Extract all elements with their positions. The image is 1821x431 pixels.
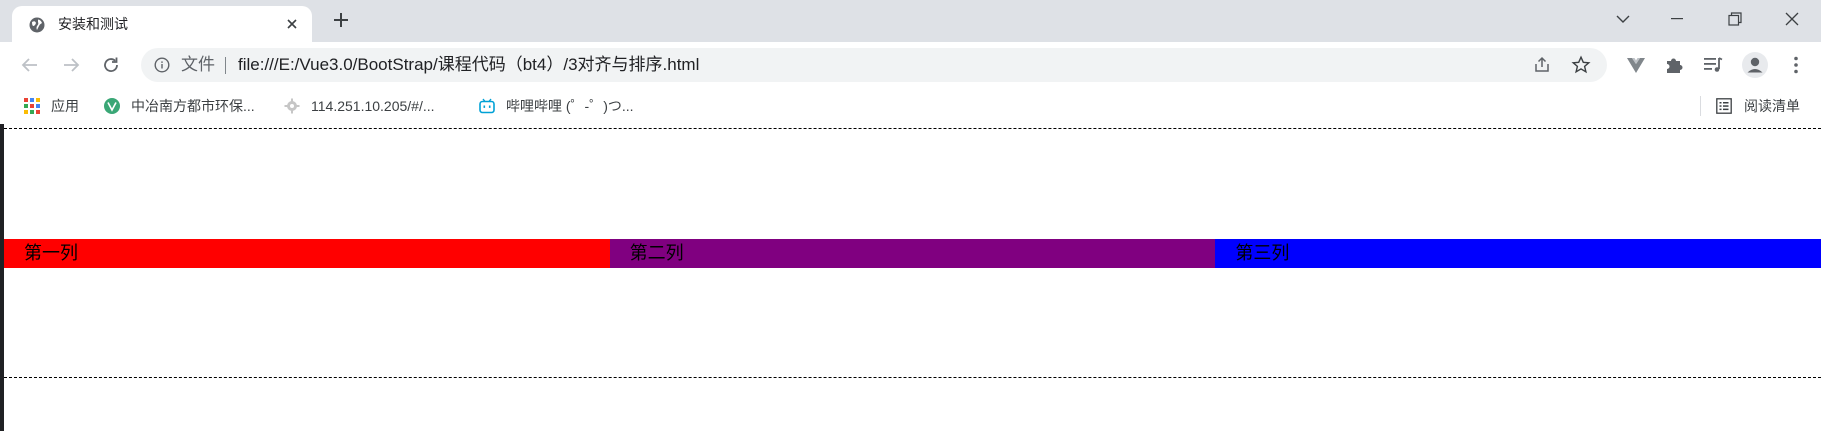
reload-icon bbox=[104, 57, 118, 72]
reading-list-label: 阅读清单 bbox=[1744, 98, 1800, 114]
share-icon[interactable] bbox=[1532, 55, 1552, 75]
bookmark-label: 哔哩哔哩 (゜-゜)つ... bbox=[506, 98, 634, 114]
apps-grid-icon bbox=[24, 98, 40, 114]
reload-button[interactable] bbox=[98, 52, 124, 78]
column-3: 第三列 bbox=[1215, 239, 1821, 268]
bookmark-label: 中冶南方都市环保... bbox=[131, 98, 255, 114]
close-icon bbox=[1785, 12, 1799, 26]
page-viewport: 第一列 第二列 第三列 bbox=[0, 124, 1821, 431]
vue-logo-icon bbox=[104, 98, 120, 114]
minimize-button[interactable] bbox=[1648, 0, 1706, 38]
bookmark-bilibili[interactable]: 哔哩哔哩 (゜-゜)つ... bbox=[479, 96, 659, 116]
bookmark-label: 应用 bbox=[51, 98, 79, 114]
site-info-icon[interactable] bbox=[154, 57, 170, 78]
column-2: 第二列 bbox=[609, 239, 1216, 268]
bookmarks-divider bbox=[1700, 96, 1701, 116]
bookmark-ip-address[interactable]: 114.251.10.205/#/... bbox=[284, 96, 460, 116]
globe-icon bbox=[29, 17, 45, 33]
arrow-right-icon bbox=[64, 58, 80, 72]
row: 第一列 第二列 第三列 bbox=[4, 239, 1821, 268]
bookmark-star-icon[interactable] bbox=[1571, 55, 1591, 75]
media-queue-icon[interactable] bbox=[1701, 53, 1725, 77]
restore-icon bbox=[1728, 12, 1742, 26]
person-icon bbox=[1747, 57, 1763, 73]
profile-avatar[interactable] bbox=[1742, 52, 1768, 78]
browser-tab[interactable]: 安装和测试 bbox=[12, 6, 312, 42]
gear-icon bbox=[284, 98, 300, 114]
bookmarks-bar: 应用 中冶南方都市环保... 114.251.10.205/#/... 哔哩哔哩… bbox=[0, 88, 1821, 124]
vue-devtools-icon[interactable] bbox=[1624, 53, 1648, 77]
browser-toolbar: 文件 file:///E:/Vue3.0/BootStrap/课程代码（bt4）… bbox=[0, 42, 1821, 88]
url-text[interactable]: file:///E:/Vue3.0/BootStrap/课程代码（bt4）/3对… bbox=[238, 55, 699, 75]
close-window-button[interactable] bbox=[1763, 0, 1821, 38]
bookmark-label: 114.251.10.205/#/... bbox=[311, 98, 435, 114]
new-tab-button[interactable] bbox=[331, 10, 351, 30]
container-box: 第一列 第二列 第三列 bbox=[4, 128, 1821, 378]
extensions-puzzle-icon[interactable] bbox=[1662, 53, 1686, 77]
tab-strip: 安装和测试 bbox=[0, 0, 1821, 42]
reading-list-button[interactable]: 阅读清单 bbox=[1716, 96, 1816, 116]
more-menu-icon[interactable] bbox=[1784, 53, 1808, 77]
minimize-icon bbox=[1671, 18, 1683, 20]
bookmark-apps[interactable]: 应用 bbox=[24, 96, 88, 116]
chevron-down-icon bbox=[1616, 15, 1630, 23]
column-1: 第一列 bbox=[4, 239, 610, 268]
close-tab-icon[interactable] bbox=[284, 16, 300, 32]
arrow-left-icon bbox=[21, 58, 37, 72]
back-button[interactable] bbox=[17, 52, 43, 78]
restore-button[interactable] bbox=[1706, 0, 1764, 38]
reading-list-icon bbox=[1716, 98, 1732, 114]
address-bar[interactable]: 文件 file:///E:/Vue3.0/BootStrap/课程代码（bt4）… bbox=[141, 48, 1607, 82]
tab-title: 安装和测试 bbox=[58, 16, 128, 32]
bilibili-icon bbox=[479, 98, 495, 114]
forward-button[interactable] bbox=[58, 52, 84, 78]
tab-search-button[interactable] bbox=[1594, 0, 1652, 38]
omnibox-separator bbox=[225, 57, 226, 74]
scheme-label: 文件 bbox=[181, 55, 215, 74]
bookmark-zhongye[interactable]: 中冶南方都市环保... bbox=[104, 96, 274, 116]
